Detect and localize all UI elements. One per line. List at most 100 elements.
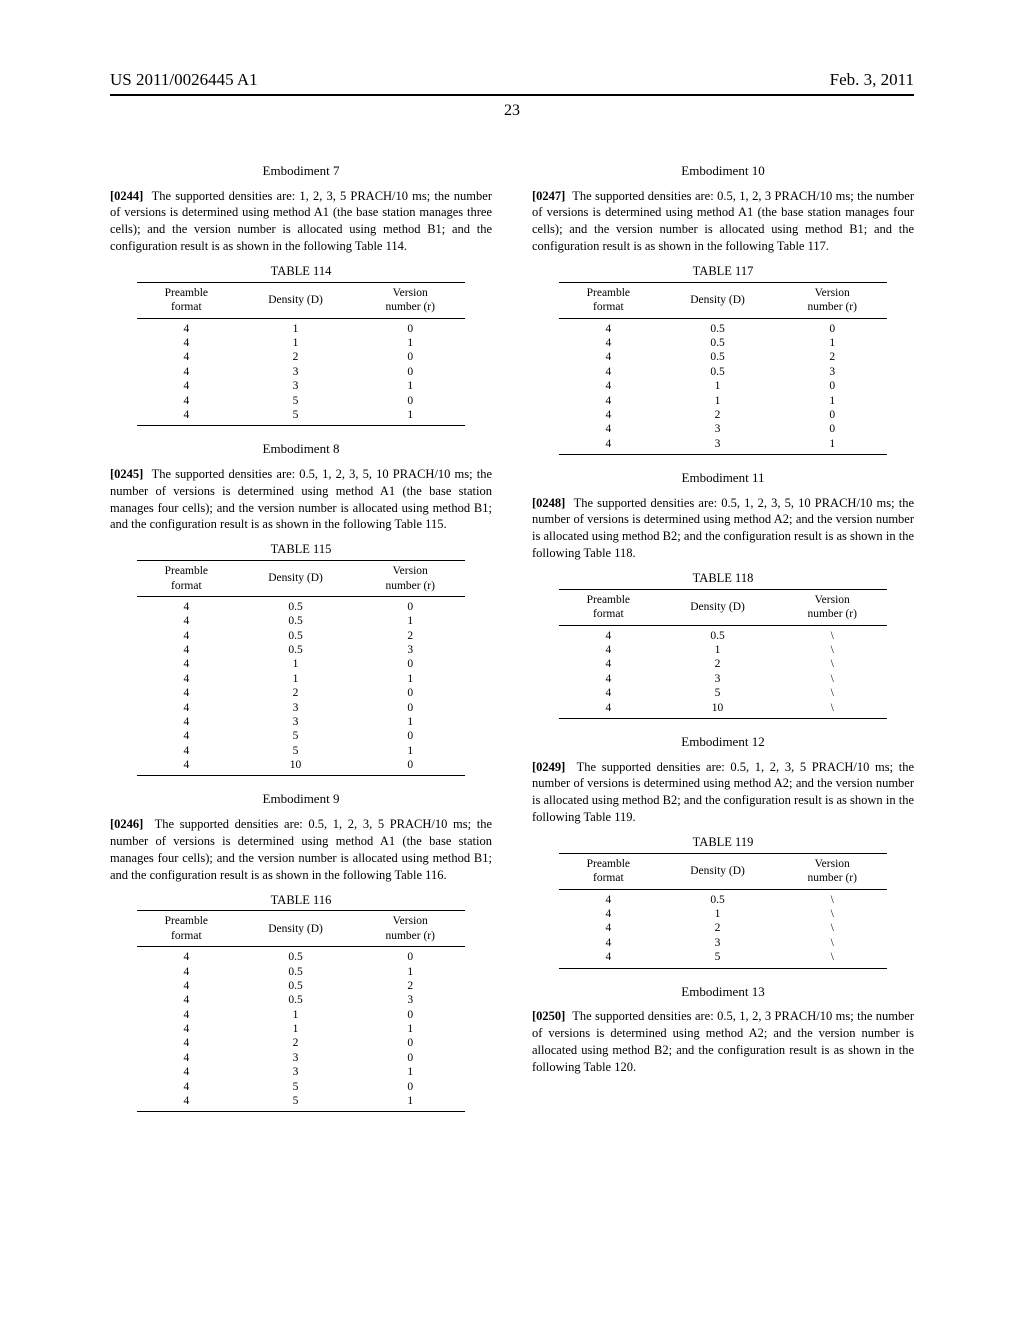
table-cell: 4 [559,318,658,336]
table-row: 420 [559,408,888,422]
table-cell: 0.5 [236,643,355,657]
table-header: Preambleformat [559,853,658,889]
table-row: 431 [137,715,466,729]
embodiment-11-heading: Embodiment 11 [532,469,914,487]
table-118: PreambleformatDensity (D)Versionnumber (… [559,589,888,719]
table-cell: 4 [137,318,236,336]
table-cell: 0 [355,1036,465,1050]
table-row: 40.51 [137,965,466,979]
table-cell: 0 [355,1080,465,1094]
table-cell: 0 [355,947,465,965]
table-row: 450 [137,729,466,743]
table-cell: 0.5 [236,979,355,993]
page-number: 23 [110,102,914,120]
table-cell: 4 [559,686,658,700]
table-cell: 1 [236,1008,355,1022]
table-cell: 2 [658,408,777,422]
table-cell: 1 [236,672,355,686]
header-rule [110,94,914,96]
embodiment-9-heading: Embodiment 9 [110,790,492,808]
table-row: 411 [559,394,888,408]
table-header: Density (D) [236,911,355,947]
table-header: Density (D) [236,561,355,597]
table-cell: 0 [777,318,887,336]
table-cell: \ [777,889,887,907]
table-row: 42\ [559,657,888,671]
table-header: Preambleformat [559,589,658,625]
table-cell: 1 [777,437,887,455]
table-cell: 4 [559,394,658,408]
table-cell: 0.5 [658,889,777,907]
table-cell: 5 [236,744,355,758]
table-cell: 0 [777,408,887,422]
left-column: Embodiment 7 [0244] The supported densit… [110,148,492,1118]
table-cell: 3 [236,365,355,379]
table-cell: 1 [355,408,465,426]
table-cell: 4 [137,1036,236,1050]
table-row: 450 [137,1080,466,1094]
table-115: PreambleformatDensity (D)Versionnumber (… [137,560,466,776]
para-0247: [0247] The supported densities are: 0.5,… [532,188,914,256]
table-cell: 4 [559,336,658,350]
table-cell: 4 [137,596,236,614]
table-row: 40.53 [137,993,466,1007]
table-cell: \ [777,643,887,657]
table-cell: 4 [137,1051,236,1065]
para-num: [0244] [110,189,143,203]
table-cell: 0 [355,394,465,408]
table-row: 40.52 [137,979,466,993]
table-cell: 0.5 [658,365,777,379]
table-cell: 0 [355,1008,465,1022]
table-header: Preambleformat [559,282,658,318]
table-cell: \ [777,950,887,968]
table-114-caption: TABLE 114 [110,263,492,280]
table-cell: 4 [137,1065,236,1079]
table-cell: 3 [236,1065,355,1079]
embodiment-12-heading: Embodiment 12 [532,733,914,751]
table-cell: 5 [658,950,777,968]
table-cell: 4 [137,744,236,758]
table-119-caption: TABLE 119 [532,834,914,851]
table-cell: 2 [777,350,887,364]
table-cell: 3 [236,379,355,393]
para-text: The supported densities are: 0.5, 1, 2, … [532,496,914,561]
table-row: 420 [137,350,466,364]
table-cell: 2 [658,921,777,935]
doc-number: US 2011/0026445 A1 [110,70,258,90]
table-cell: 1 [355,1022,465,1036]
table-header: Versionnumber (r) [355,282,465,318]
embodiment-8-heading: Embodiment 8 [110,440,492,458]
table-cell: 4 [559,907,658,921]
para-text: The supported densities are: 0.5, 1, 2, … [532,1009,914,1074]
table-cell: 0 [355,729,465,743]
table-cell: 4 [559,672,658,686]
table-cell: 1 [355,715,465,729]
table-row: 410 [137,657,466,671]
table-cell: 1 [355,1094,465,1112]
table-cell: 4 [559,701,658,719]
table-cell: 3 [236,1051,355,1065]
table-row: 451 [137,408,466,426]
table-cell: 4 [559,921,658,935]
table-cell: 4 [137,1008,236,1022]
table-cell: 4 [137,965,236,979]
table-cell: 3 [658,936,777,950]
table-cell: 4 [137,715,236,729]
table-cell: 3 [658,437,777,455]
table-cell: \ [777,672,887,686]
table-row: 40.51 [559,336,888,350]
table-row: 451 [137,744,466,758]
table-cell: 1 [658,394,777,408]
table-cell: 3 [355,643,465,657]
table-row: 411 [137,672,466,686]
table-cell: 2 [236,350,355,364]
table-row: 430 [137,1051,466,1065]
table-cell: 0.5 [658,336,777,350]
table-cell: 4 [559,657,658,671]
table-cell: 4 [137,1080,236,1094]
table-row: 43\ [559,672,888,686]
table-row: 40.53 [137,643,466,657]
table-cell: 1 [355,965,465,979]
para-num: [0247] [532,189,565,203]
table-row: 40.5\ [559,889,888,907]
